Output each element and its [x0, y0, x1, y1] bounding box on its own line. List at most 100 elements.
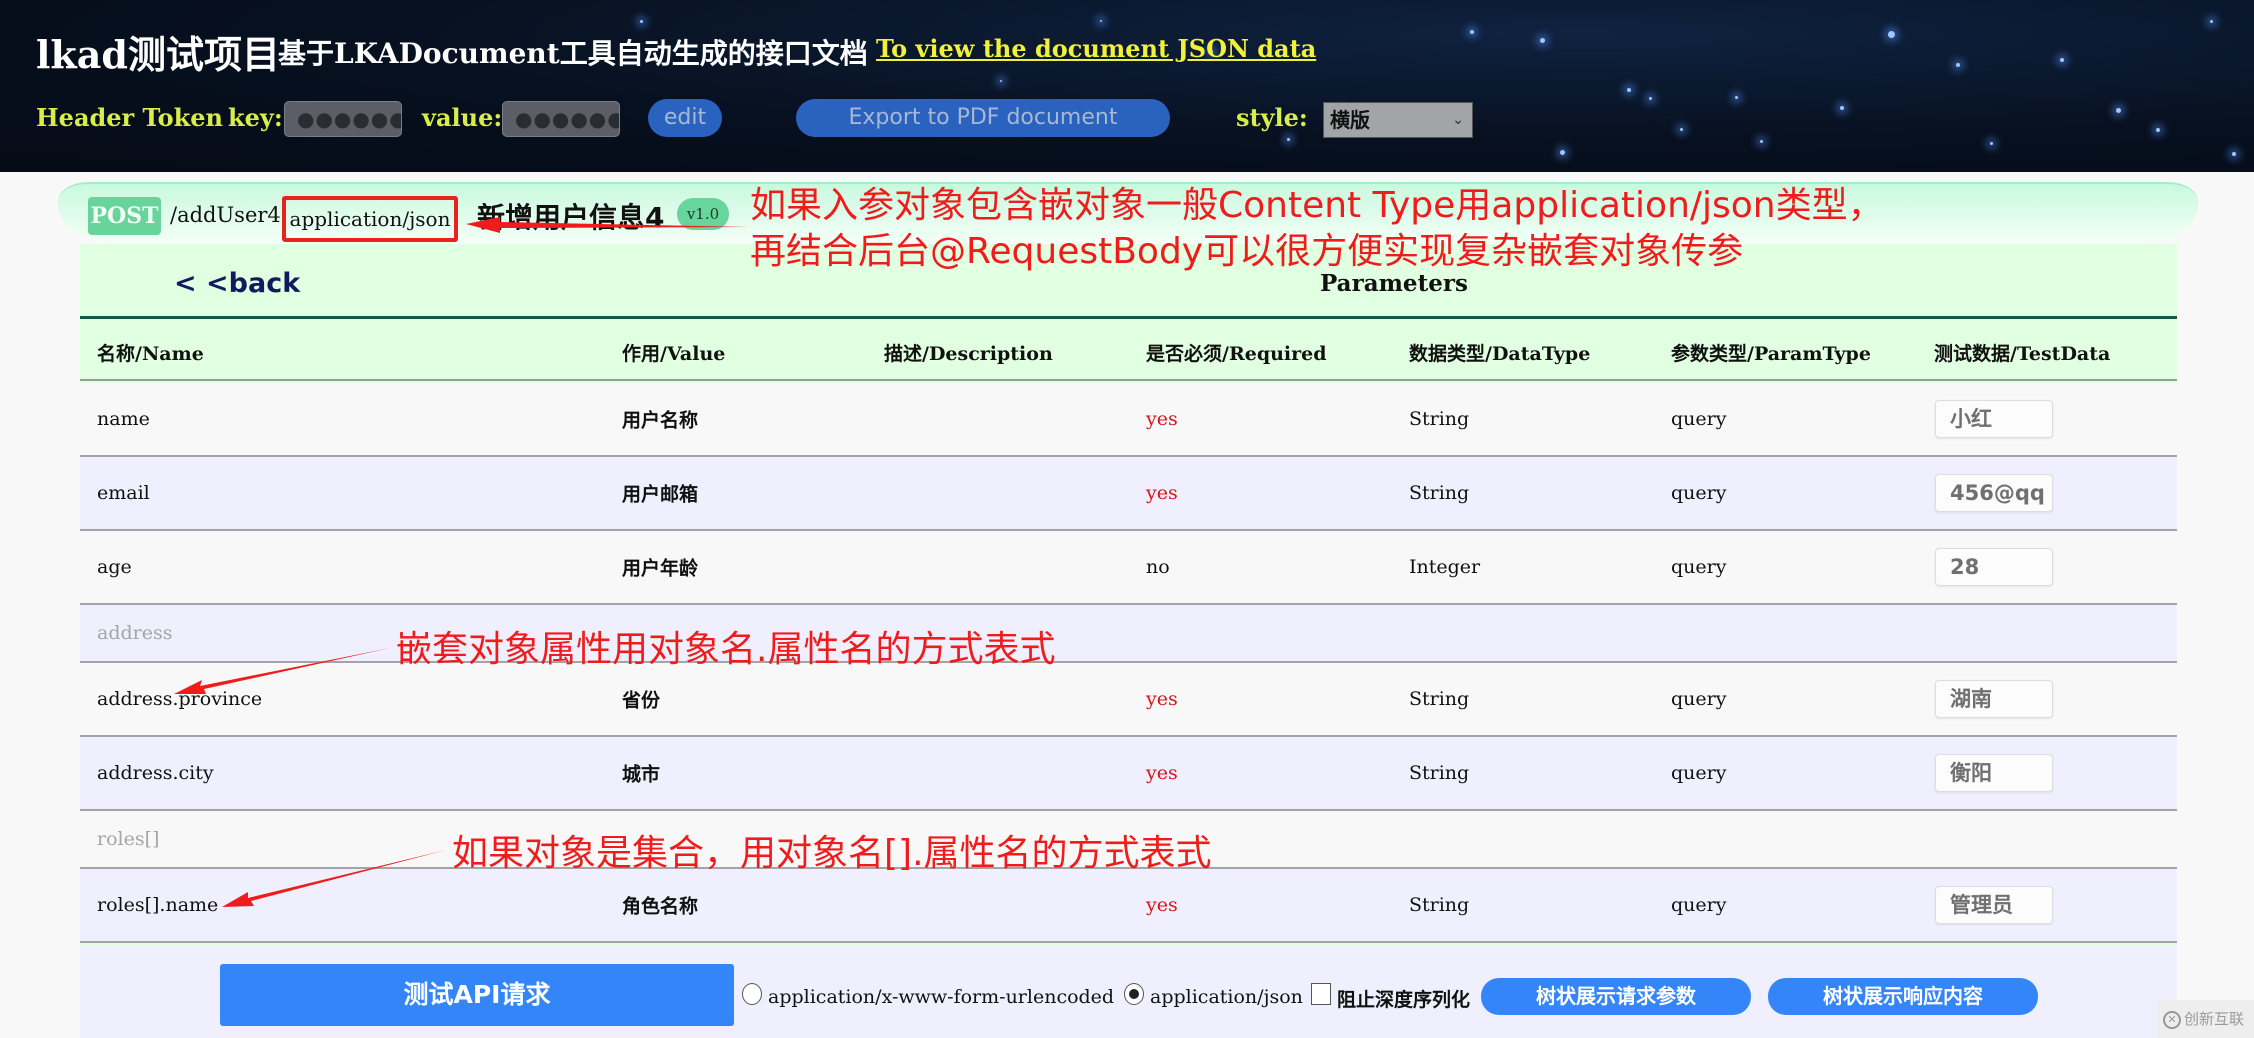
star-decoration: [1956, 63, 1960, 67]
watermark-text: 创新互联: [2184, 1010, 2245, 1028]
chevron-down-icon: ⌄: [1452, 112, 1464, 128]
star-decoration: [1649, 97, 1652, 100]
table-row: address.city 城市 yes String query 衡阳: [80, 737, 2177, 811]
test-data-input[interactable]: 28: [1935, 548, 2053, 586]
param-name: roles[].name: [97, 894, 219, 916]
radio-form-urlencoded-label: application/x-www-form-urlencoded: [768, 986, 1115, 1008]
param-value: 角色名称: [622, 895, 699, 918]
param-value: 用户名称: [622, 409, 699, 432]
token-key-input[interactable]: ●●●●●●: [284, 101, 402, 137]
param-name: email: [97, 482, 150, 504]
test-data-input[interactable]: 衡阳: [1935, 754, 2053, 792]
star-decoration: [2156, 128, 2160, 132]
star-decoration: [1760, 140, 1763, 143]
param-required: yes: [1146, 408, 1178, 430]
star-decoration: [1470, 30, 1474, 34]
star-decoration: [1735, 96, 1738, 99]
table-row: age 用户年龄 no Integer query 28: [80, 531, 2177, 605]
param-group-name: roles[]: [97, 828, 160, 850]
test-data-input[interactable]: 管理员: [1935, 886, 2053, 924]
param-required: yes: [1146, 894, 1178, 916]
edit-button[interactable]: edit: [648, 99, 722, 137]
column-header-description: 描述/Description: [884, 343, 1053, 365]
param-required: yes: [1146, 688, 1178, 710]
table-row: address.province 省份 yes String query 湖南: [80, 663, 2177, 737]
param-value: 城市: [622, 763, 661, 786]
table-group-row: address: [80, 605, 2177, 663]
star-decoration: [2210, 20, 2213, 23]
param-datatype: String: [1409, 688, 1470, 710]
tree-response-button[interactable]: 树状展示响应内容: [1768, 978, 2038, 1015]
star-decoration: [1287, 138, 1290, 141]
param-type: query: [1671, 556, 1727, 578]
watermark: ✕ 创新互联: [2157, 1000, 2254, 1038]
table-row: roles[].name 角色名称 yes String query 管理员: [80, 869, 2177, 943]
param-datatype: String: [1409, 762, 1470, 784]
style-select[interactable]: 横版 ⌄: [1323, 102, 1473, 138]
api-name: 新增用户信息4: [477, 201, 665, 234]
star-decoration: [1990, 142, 1993, 145]
key-label: key:: [228, 103, 283, 132]
param-value: 省份: [622, 689, 661, 712]
project-title: lkad测试项目: [36, 32, 280, 77]
radio-form-urlencoded[interactable]: [742, 983, 762, 1005]
test-data-input[interactable]: 小红: [1935, 400, 2053, 438]
test-data-input[interactable]: 456@qq: [1935, 474, 2053, 512]
table-row: name 用户名称 yes String query 小红: [80, 383, 2177, 457]
table-header: 名称/Name 作用/Value 描述/Description 是否必须/Req…: [80, 319, 2177, 381]
view-json-link[interactable]: To view the document JSON data: [876, 34, 1316, 63]
app-root: lkad测试项目 基于LKADocument工具自动生成的接口文档 To vie…: [0, 0, 2254, 1038]
version-badge: v1.0: [677, 198, 729, 230]
export-pdf-button[interactable]: Export to PDF document: [796, 99, 1170, 137]
star-decoration: [2116, 108, 2121, 113]
star-decoration: [1840, 106, 1844, 110]
api-path: /addUser4: [170, 203, 281, 227]
test-data-input[interactable]: 湖南: [1935, 680, 2053, 718]
param-datatype: String: [1409, 894, 1470, 916]
radio-json[interactable]: [1124, 983, 1144, 1005]
page-header: lkad测试项目 基于LKADocument工具自动生成的接口文档 To vie…: [0, 0, 2254, 172]
star-decoration: [1560, 150, 1565, 155]
star-decoration: [1100, 20, 1102, 22]
param-datatype: String: [1409, 482, 1470, 504]
column-header-name: 名称/Name: [97, 343, 204, 365]
prevent-deep-serialization-checkbox[interactable]: [1311, 983, 1331, 1005]
style-label: style:: [1236, 103, 1308, 132]
http-method-badge: POST: [88, 197, 161, 235]
param-type: query: [1671, 408, 1727, 430]
column-header-paramtype: 参数类型/ParamType: [1671, 343, 1871, 365]
project-subtitle: 基于LKADocument工具自动生成的接口文档: [278, 37, 868, 70]
watermark-logo-icon: ✕: [2163, 1010, 2181, 1029]
column-header-value: 作用/Value: [622, 343, 726, 365]
param-name: name: [97, 408, 150, 430]
parameters-heading: Parameters: [1320, 270, 1468, 297]
prevent-deep-serialization-label: 阻止深度序列化: [1337, 989, 1471, 1011]
param-required: no: [1146, 556, 1170, 578]
column-header-datatype: 数据类型/DataType: [1409, 343, 1591, 365]
param-datatype: String: [1409, 408, 1470, 430]
param-value: 用户邮箱: [622, 483, 699, 506]
param-name: address.province: [97, 688, 263, 710]
param-value: 用户年龄: [622, 557, 699, 580]
header-token-label: Header Token: [36, 103, 224, 132]
radio-json-label: application/json: [1150, 986, 1303, 1008]
style-selected-value: 横版: [1330, 108, 1370, 132]
token-value-input[interactable]: ●●●●●●: [502, 101, 620, 137]
tree-request-params-button[interactable]: 树状展示请求参数: [1481, 978, 1751, 1015]
column-header-required: 是否必须/Required: [1146, 343, 1327, 365]
param-type: query: [1671, 762, 1727, 784]
annotation-content-type-line2: 再结合后台@RequestBody可以很方便实现复杂嵌套对象传参: [750, 231, 1744, 272]
back-link[interactable]: < <back: [174, 268, 300, 299]
star-decoration: [2060, 58, 2064, 62]
test-api-button[interactable]: 测试API请求: [220, 964, 734, 1026]
param-datatype: Integer: [1409, 556, 1481, 578]
column-header-testdata: 测试数据/TestData: [1934, 343, 2111, 365]
star-decoration: [1680, 128, 1683, 131]
star-decoration: [1888, 31, 1895, 38]
param-type: query: [1671, 688, 1727, 710]
star-decoration: [2232, 152, 2236, 156]
param-required: yes: [1146, 482, 1178, 504]
annotation-collection: 如果对象是集合，用对象名[].属性名的方式表式: [452, 833, 1212, 874]
annotation-nested-object: 嵌套对象属性用对象名.属性名的方式表式: [396, 629, 1056, 670]
annotation-content-type-line1: 如果入参对象包含嵌对象一般Content Type用application/js…: [750, 185, 1884, 226]
